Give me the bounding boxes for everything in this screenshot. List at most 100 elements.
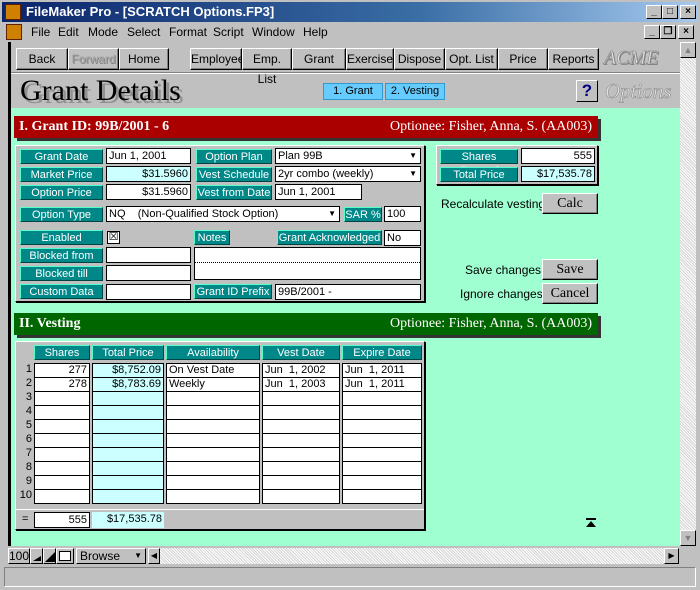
shares-granted-field[interactable]: 555 [521,148,595,164]
grant-id-prefix-field[interactable]: 99B/2001 - [275,284,421,300]
vest-from-date-field[interactable]: Jun 1, 2001 [275,184,362,200]
vesting-cell-avail[interactable]: On Vest Date [166,363,260,378]
menu-edit[interactable]: Edit [58,25,79,39]
grant-date-field[interactable]: Jun 1, 2001 [106,148,191,164]
opt-list-button[interactable]: Opt. List [445,48,498,70]
vesting-cell-expire[interactable] [342,489,422,504]
vesting-cell-avail[interactable] [166,433,260,448]
vesting-cell-avail[interactable] [166,419,260,434]
custom-data-field[interactable] [106,284,191,300]
vesting-cell-total[interactable] [92,419,164,434]
vesting-cell-vest[interactable]: Jun 1, 2002 [262,363,340,378]
vesting-cell-vest[interactable]: Jun 1, 2003 [262,377,340,392]
option-plan-select[interactable]: Plan 99B [275,148,421,164]
scroll-left-button[interactable]: ◀ [148,548,160,564]
menu-file[interactable]: File [31,25,50,39]
vesting-cell-vest[interactable] [262,433,340,448]
status-area-toggle-icon[interactable] [56,548,74,564]
vesting-cell-vest[interactable] [262,391,340,406]
vesting-cell-shares[interactable] [34,489,90,504]
vesting-cell-total[interactable]: $8,752.09 [92,363,164,378]
scroll-down-button[interactable]: ▼ [680,530,696,546]
market-price-field[interactable]: $31.5960 [106,166,191,182]
zoom-out-icon[interactable] [30,548,43,564]
vesting-cell-shares[interactable] [34,433,90,448]
price-button[interactable]: Price [498,48,548,70]
minimize-button[interactable]: _ [646,5,662,19]
home-button[interactable]: Home [119,48,169,70]
vesting-cell-shares[interactable]: 278 [34,377,90,392]
vesting-cell-shares[interactable] [34,461,90,476]
grant-button[interactable]: Grant [292,48,346,70]
vesting-cell-shares[interactable] [34,391,90,406]
doc-close-button[interactable]: × [678,25,694,39]
option-price-field[interactable]: $31.5960 [106,184,191,200]
exercise-button[interactable]: Exercise [346,48,394,70]
sar-field[interactable]: 100 [384,206,421,222]
vesting-cell-shares[interactable]: 277 [34,363,90,378]
vesting-cell-expire[interactable] [342,433,422,448]
grant-acknowledged-field[interactable]: No [384,230,421,246]
vesting-cell-total[interactable] [92,489,164,504]
back-button[interactable]: Back [16,48,68,70]
vesting-cell-avail[interactable] [166,405,260,420]
vesting-cell-avail[interactable]: Weekly [166,377,260,392]
vesting-cell-total[interactable] [92,461,164,476]
horizontal-scrollbar[interactable] [160,548,664,564]
doc-restore-button[interactable]: ❐ [660,25,676,39]
menu-help[interactable]: Help [303,25,328,39]
menu-select[interactable]: Select [127,25,160,39]
vesting-cell-expire[interactable] [342,419,422,434]
scroll-up-button[interactable]: ▲ [680,42,696,58]
document-icon[interactable] [6,24,22,40]
vesting-cell-vest[interactable] [262,461,340,476]
vesting-cell-avail[interactable] [166,391,260,406]
vesting-cell-total[interactable] [92,433,164,448]
vesting-cell-expire[interactable] [342,391,422,406]
vesting-cell-total[interactable] [92,405,164,420]
menu-script[interactable]: Script [213,25,244,39]
scroll-right-button[interactable]: ▶ [664,548,679,564]
vesting-cell-vest[interactable] [262,447,340,462]
blocked-from-field[interactable] [106,247,191,263]
vertical-scrollbar[interactable]: ▲ ▼ [680,42,696,546]
calc-button[interactable]: Calc [542,193,598,214]
vesting-cell-expire[interactable]: Jun 1, 2011 [342,377,422,392]
vesting-cell-expire[interactable]: Jun 1, 2011 [342,363,422,378]
enabled-checkbox[interactable]: ☒ [107,231,120,244]
blocked-till-field[interactable] [106,265,191,281]
vesting-cell-avail[interactable] [166,447,260,462]
zoom-level[interactable]: 100 [8,548,30,564]
emp-list-button[interactable]: Emp. List [242,48,292,86]
vesting-cell-vest[interactable] [262,489,340,504]
zoom-in-icon[interactable] [43,548,56,564]
vesting-cell-expire[interactable] [342,405,422,420]
dispose-button[interactable]: Dispose [394,48,445,70]
vest-schedule-select[interactable]: 2yr combo (weekly) [275,166,421,182]
cancel-button[interactable]: Cancel [542,283,598,304]
option-type-select[interactable]: NQ (Non-Qualified Stock Option) [106,206,340,222]
vesting-cell-total[interactable] [92,391,164,406]
vesting-cell-shares[interactable] [34,475,90,490]
forward-button[interactable]: Forward [68,48,119,70]
reports-button[interactable]: Reports [548,48,599,70]
vesting-cell-vest[interactable] [262,475,340,490]
vesting-cell-avail[interactable] [166,461,260,476]
vesting-cell-expire[interactable] [342,475,422,490]
vesting-cell-avail[interactable] [166,475,260,490]
vesting-cell-shares[interactable] [34,405,90,420]
go-to-top-icon[interactable] [586,518,596,528]
vesting-cell-avail[interactable] [166,489,260,504]
tab-vesting[interactable]: 2. Vesting [385,83,445,100]
notes-field[interactable] [194,247,421,280]
vesting-cell-shares[interactable] [34,447,90,462]
menu-format[interactable]: Format [169,25,207,39]
vesting-cell-shares[interactable] [34,419,90,434]
mode-select[interactable]: Browse ▼ [76,548,146,564]
help-button[interactable]: ? [576,80,598,102]
menu-mode[interactable]: Mode [88,25,118,39]
menu-window[interactable]: Window [252,25,295,39]
save-button[interactable]: Save [542,259,598,280]
vesting-cell-total[interactable] [92,447,164,462]
vesting-cell-vest[interactable] [262,419,340,434]
